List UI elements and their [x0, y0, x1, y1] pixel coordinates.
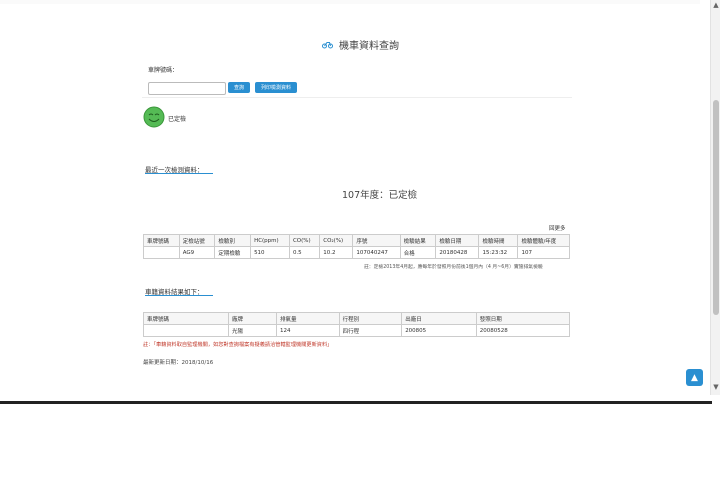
plate-input[interactable] — [148, 82, 226, 95]
scrollbar-thumb[interactable] — [713, 100, 719, 315]
vehicle-section-title: 車籍資料結果如下： — [145, 286, 213, 296]
section-underline — [145, 173, 213, 174]
cell-date: 20180428 — [435, 246, 480, 259]
cell-displacement: 124 — [275, 324, 340, 337]
last-updated: 最新更新日期：2018/10/16 — [143, 360, 214, 366]
print-button[interactable]: 列印檢測資料 — [255, 82, 297, 93]
cell-year: 107 — [517, 246, 570, 259]
page-title-text: 機車資料查詢 — [339, 40, 399, 52]
window-bottom-edge — [0, 401, 712, 404]
table-header-row: 車牌號碼 定檢站號 檢驗別 HC(ppm) CO(%) CO₂(%) 序號 檢驗… — [143, 234, 570, 247]
page-content: 機車資料查詢 車牌號碼： 查詢 列印檢測資料 已定檢 最近一次檢測資料： 107… — [0, 38, 710, 400]
cell-license-date: 20080528 — [475, 324, 571, 337]
latest-section-title: 最近一次檢測資料： — [145, 164, 213, 174]
th-brand: 廠牌 — [228, 312, 277, 325]
cell-co: 0.5 — [288, 246, 321, 259]
arrow-up-icon: ▲ — [691, 372, 698, 383]
th-plate: 車牌號碼 — [143, 312, 229, 325]
cell-station: AG9 — [178, 246, 216, 259]
year-status: 107年度：已定檢 — [342, 190, 418, 201]
cell-brand: 光陽 — [228, 324, 277, 337]
cell-factory-date: 200805 — [401, 324, 477, 337]
cell-type: 定期檢驗 — [214, 246, 252, 259]
inspection-note: 註：定檢2013年4月起，應每年於發照月份前後1個月內（4 月~6月）實施排氣檢… — [364, 265, 543, 270]
cell-time: 15:23:32 — [478, 246, 519, 259]
plate-label: 車牌號碼： — [148, 67, 179, 74]
motorcycle-icon — [322, 41, 333, 48]
cell-plate — [143, 246, 180, 259]
scroll-up-arrow-icon[interactable]: ▲ — [712, 0, 720, 10]
back-to-top-button[interactable]: ▲ — [686, 369, 703, 386]
smiley-icon — [143, 106, 165, 128]
th-co2: CO₂(%) — [319, 234, 354, 247]
th-serial: 序號 — [352, 234, 401, 247]
cell-serial: 107040247 — [352, 246, 401, 259]
th-year: 檢驗體驗/年度 — [517, 234, 570, 247]
scroll-down-arrow-icon[interactable]: ▼ — [712, 382, 720, 392]
inspection-table: 車牌號碼 定檢站號 檢驗別 HC(ppm) CO(%) CO₂(%) 序號 檢驗… — [143, 234, 570, 259]
cell-co2: 10.2 — [319, 246, 354, 259]
divider — [142, 97, 572, 98]
th-co: CO(%) — [288, 234, 321, 247]
cell-result: 合格 — [399, 246, 437, 259]
tab-strip — [0, 0, 700, 4]
th-station: 定檢站號 — [178, 234, 216, 247]
th-time: 檢驗時間 — [478, 234, 519, 247]
th-result: 檢驗結果 — [399, 234, 437, 247]
th-license-date: 發照日期 — [475, 312, 571, 325]
vehicle-warning: 註：「車籍資料取自監理機關，如您對查詢檔案有疑義請洽管轄監理機關更新資料」 — [143, 342, 333, 348]
more-link[interactable]: 回更多 — [549, 224, 566, 232]
cell-hc: 510 — [250, 246, 290, 259]
vehicle-table: 車牌號碼 廠牌 排氣量 行程別 出廠日 發照日期 光陽 124 四行程 2008… — [143, 312, 571, 337]
th-date: 檢驗日期 — [435, 234, 480, 247]
th-plate: 車牌號碼 — [143, 234, 180, 247]
cell-stroke: 四行程 — [338, 324, 403, 337]
inspection-status: 已定檢 — [168, 116, 187, 123]
th-displacement: 排氣量 — [275, 312, 340, 325]
th-hc: HC(ppm) — [250, 234, 290, 247]
table-header-row: 車牌號碼 廠牌 排氣量 行程別 出廠日 發照日期 — [143, 312, 571, 325]
th-factory-date: 出廠日 — [401, 312, 477, 325]
th-type: 檢驗別 — [214, 234, 252, 247]
cell-plate — [143, 324, 229, 337]
table-row: AG9 定期檢驗 510 0.5 10.2 107040247 合格 20180… — [143, 246, 570, 259]
section-underline — [145, 295, 213, 296]
browser-top-bar — [0, 0, 710, 39]
query-button[interactable]: 查詢 — [228, 82, 250, 93]
page-title: 機車資料查詢 — [322, 38, 399, 52]
scrollbar[interactable]: ▲ ▼ — [710, 0, 720, 395]
th-stroke: 行程別 — [338, 312, 403, 325]
table-row: 光陽 124 四行程 200805 20080528 — [143, 324, 571, 337]
